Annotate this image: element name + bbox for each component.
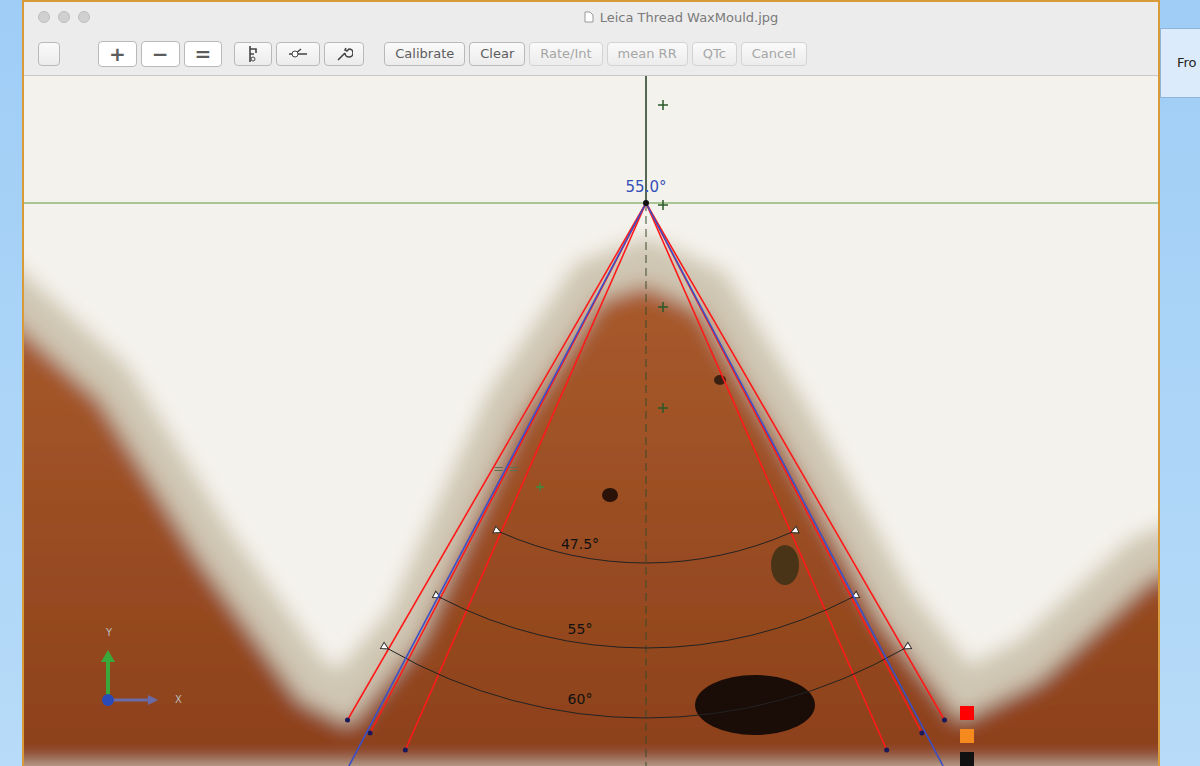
guide-label: 60° [568,691,593,707]
toolbar-button[interactable]: Calibrate [384,42,465,66]
angle-button[interactable] [276,42,320,66]
image-view: 47.5°55°60°55.0°= =YX [24,76,1158,766]
crosshair-icon [536,483,544,491]
zoom-button[interactable]: = [184,41,223,67]
image-canvas[interactable]: 47.5°55°60°55.0°= =YX [24,76,1158,766]
toolbar-button[interactable]: QTc [692,42,737,66]
title-bar: Leica Thread WaxMould.jpg [24,2,1158,32]
zoom-button[interactable] [78,11,90,23]
angle-reading: 55.0° [626,178,667,196]
axes-widget: YX [101,627,182,706]
wrench-icon [335,45,353,63]
photo [24,76,1158,766]
toolbar-button[interactable]: mean RR [607,42,688,66]
zoom-button[interactable]: − [141,41,180,67]
vertical-guide-dashed [646,203,647,766]
window-title: Leica Thread WaxMould.jpg [600,10,779,25]
zoom-button[interactable]: + [98,41,137,67]
horizontal-guide[interactable] [24,203,1158,204]
angle-tool-icon [287,47,309,61]
tools-button[interactable] [324,42,364,66]
toolbar-button[interactable]: Clear [469,42,525,66]
minimize-button[interactable] [58,11,70,23]
crosshair-icon[interactable] [658,403,668,413]
measured-angle[interactable]: 55.0° [349,178,943,766]
axis-y-label: Y [105,627,113,638]
angle-guide[interactable]: 55° [368,203,925,736]
toolbar-button[interactable]: Cancel [741,42,807,66]
angle-guide[interactable]: 47.5° [403,203,889,753]
angle-guide[interactable]: 60° [345,203,947,723]
blank-button[interactable] [38,42,60,66]
crosshair-icon[interactable] [658,100,668,110]
document-icon [584,11,594,23]
caliper-button[interactable] [234,42,272,66]
close-button[interactable] [38,11,50,23]
guide-label: 47.5° [561,536,599,552]
caliper-icon [245,45,261,63]
crosshair-icon[interactable] [658,200,668,210]
color-swatch[interactable] [960,729,974,743]
axis-x-label: X [175,694,182,705]
color-swatch[interactable] [960,706,974,720]
cursor-marks: = = [493,461,519,476]
color-swatch[interactable] [960,752,974,766]
guide-label: 55° [568,621,593,637]
side-panel[interactable]: Fro [1160,28,1200,98]
crosshair-icon[interactable] [658,302,668,312]
app-window: Leica Thread WaxMould.jpg +−= CalibrateCle… [22,0,1160,766]
desktop: Leica Thread WaxMould.jpg +−= CalibrateCle… [0,0,1200,766]
toolbar: +−= CalibrateClearRate/Intmean RRQTcCance… [24,32,1158,76]
toolbar-button[interactable]: Rate/Int [529,42,602,66]
